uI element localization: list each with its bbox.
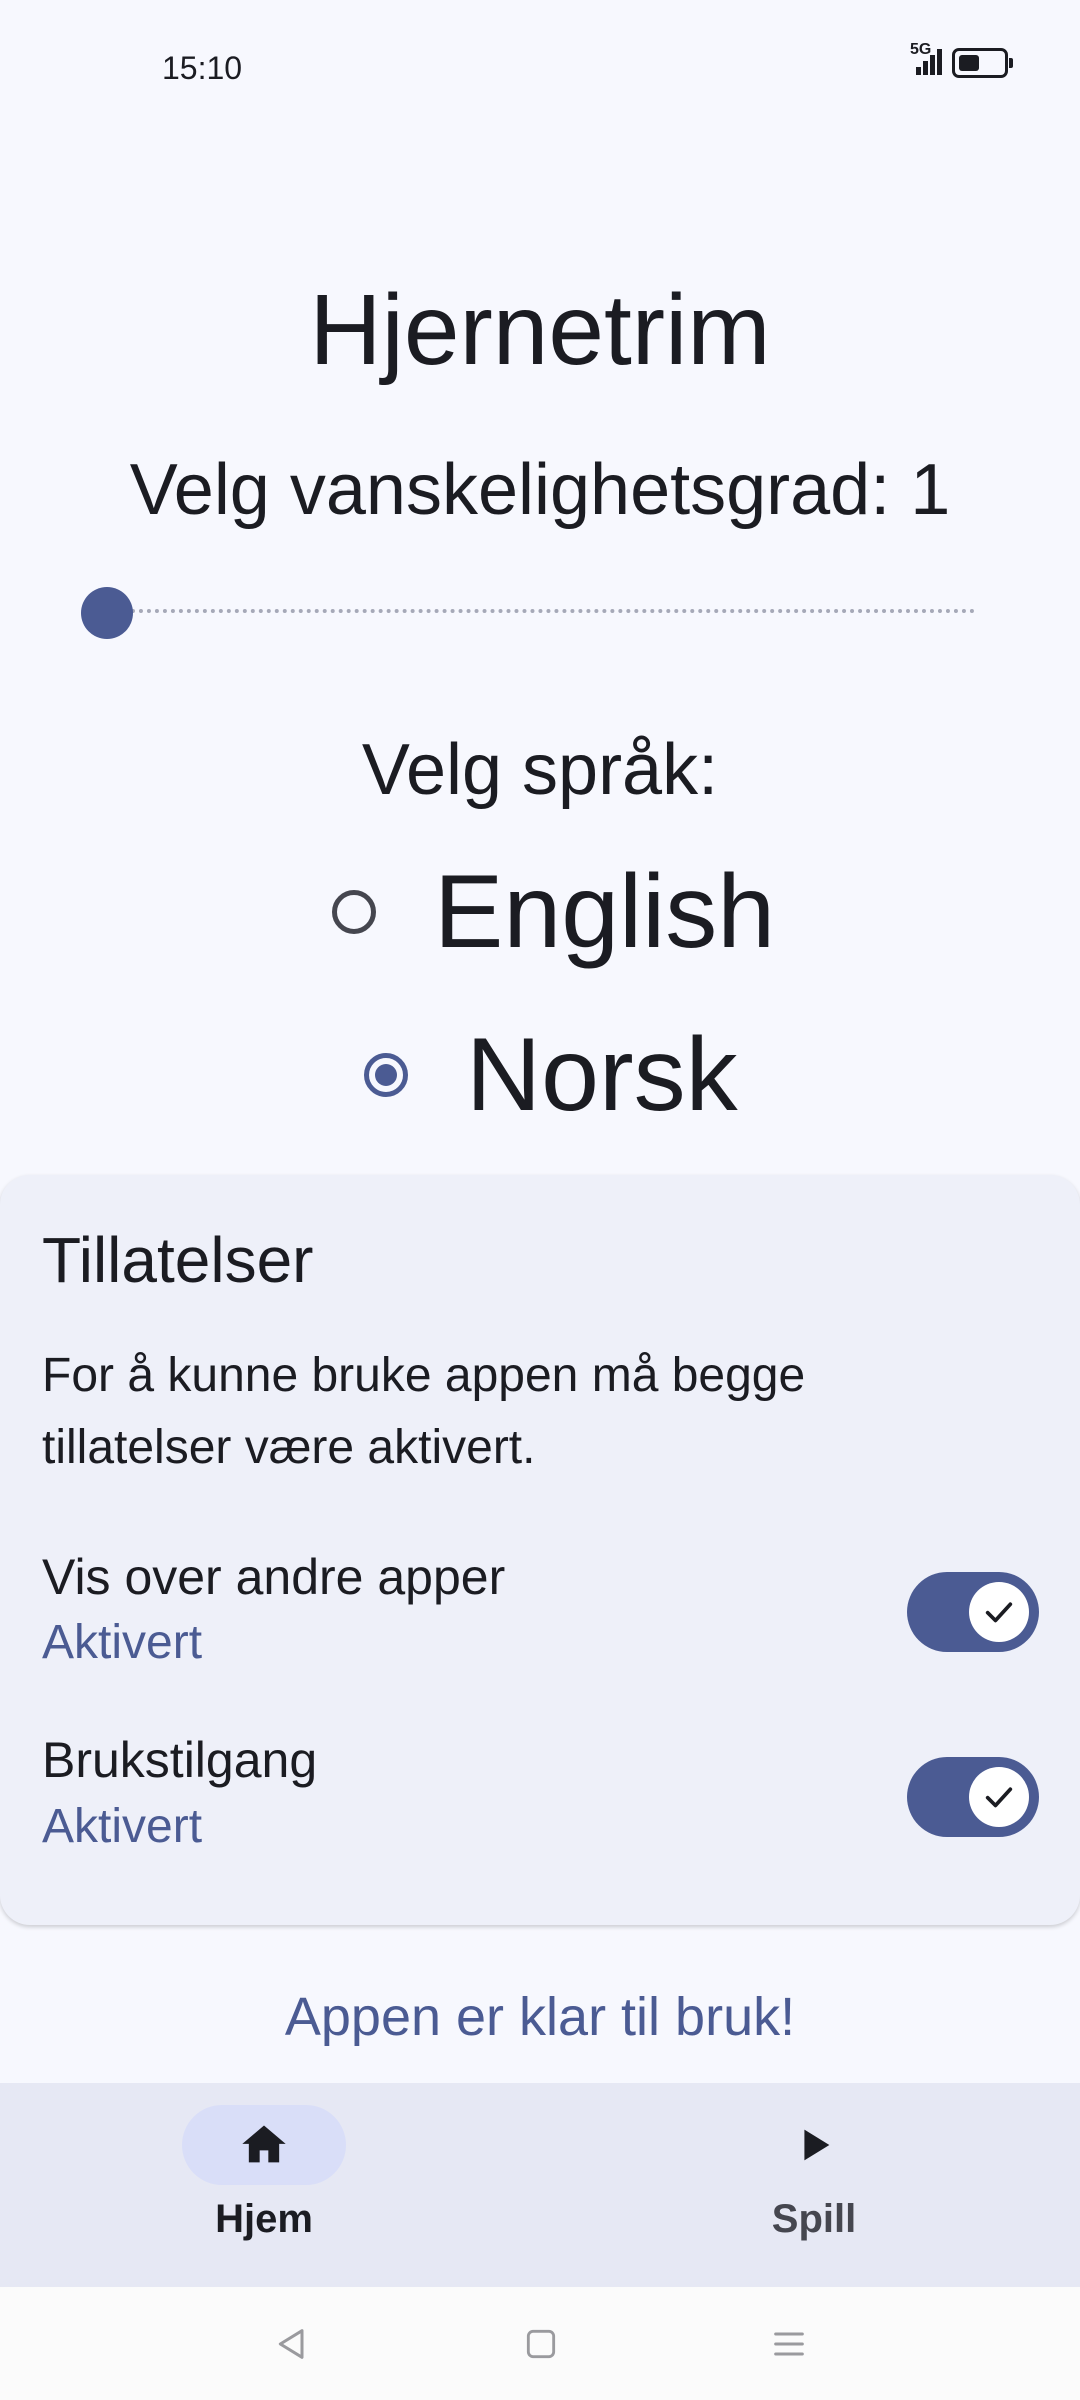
difficulty-slider-thumb[interactable] [81,587,133,639]
nav-indicator [182,2105,346,2185]
play-icon [804,2129,830,2161]
permission-usage-status: Aktivert [42,1800,203,1853]
check-icon [985,1787,1013,1808]
radio-button-english[interactable] [332,890,376,934]
permission-usage-name: Brukstilgang [42,1732,318,1788]
nav-item-game[interactable]: Spill [634,2105,994,2242]
radio-button-norsk[interactable] [364,1053,408,1097]
signal-icon: 5G [902,41,942,77]
battery-icon [952,48,1013,78]
permission-overlay-status: Aktivert [42,1616,203,1669]
radio-dot [375,1064,397,1086]
switch-knob [969,1582,1029,1642]
difficulty-label: Velg vanskelighetsgrad: 1 [129,450,951,530]
check-icon [985,1602,1013,1623]
menu-icon[interactable] [765,2320,813,2368]
home-square-icon[interactable] [517,2320,565,2368]
status-icons: 5G [902,41,1013,78]
app-title: Hjernetrim [309,274,771,386]
status-time: 15:10 [162,50,243,86]
difficulty-slider-track[interactable] [107,609,975,613]
language-option-norsk[interactable]: Norsk [364,1015,738,1135]
ready-message: Appen er klar til bruk! [284,1987,796,2047]
permission-overlay-switch[interactable] [907,1572,1039,1652]
permission-overlay-name: Vis over andre apper [42,1549,506,1605]
language-label-norsk: Norsk [466,1017,738,1133]
home-icon [242,2125,286,2163]
nav-label-game: Spill [771,2197,857,2241]
permissions-description: For å kunne bruke appen må begge tillate… [42,1349,806,1474]
language-option-english[interactable]: English [332,852,775,972]
permission-usage-switch[interactable] [907,1757,1039,1837]
nav-label-home: Hjem [215,2197,313,2241]
nav-indicator [732,2105,896,2185]
language-label: Velg språk: [361,730,719,810]
language-label-english: English [434,854,776,970]
switch-knob [969,1767,1029,1827]
permissions-title: Tillatelser [42,1224,314,1296]
nav-item-home[interactable]: Hjem [84,2105,444,2242]
back-icon[interactable] [268,2320,316,2368]
